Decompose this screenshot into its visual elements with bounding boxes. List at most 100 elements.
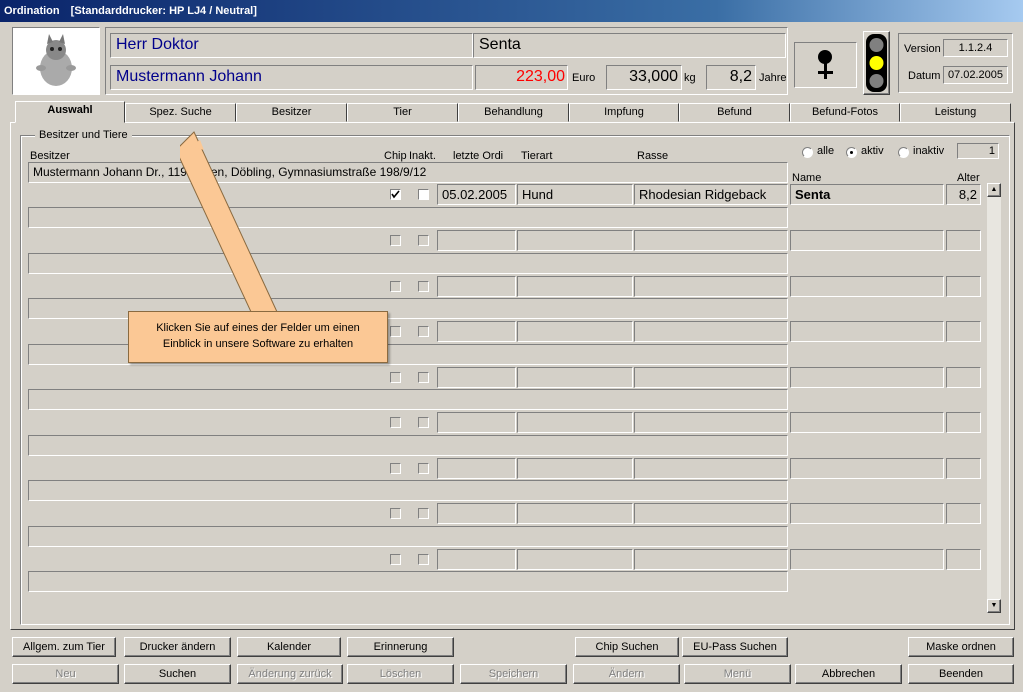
alter-cell[interactable]: 8,2 — [946, 184, 981, 205]
last-visit-cell[interactable] — [437, 412, 516, 433]
btn-chip-suchen[interactable]: Chip Suchen — [575, 637, 679, 657]
logo-frame — [12, 27, 100, 95]
btn-abbrechen[interactable]: Abbrechen — [795, 664, 902, 684]
owner-row-empty[interactable] — [28, 207, 788, 228]
owner-row[interactable]: Mustermann Johann Dr., 1190 Wien, Döblin… — [28, 162, 788, 183]
inakt-checkbox — [418, 508, 429, 519]
animal-name-cell[interactable] — [790, 412, 944, 433]
owner-row-empty[interactable] — [28, 252, 788, 274]
rasse-cell[interactable]: Rhodesian Ridgeback — [634, 184, 788, 205]
col-rasse: Rasse — [637, 150, 669, 162]
last-visit-cell[interactable] — [437, 548, 516, 570]
tab-behandlung[interactable]: Behandlung — [458, 103, 569, 122]
tab-befund[interactable]: Befund — [679, 103, 790, 122]
tierart-cell[interactable] — [517, 321, 633, 342]
age-field[interactable]: 8,2 — [706, 65, 756, 90]
tierart-cell[interactable] — [517, 366, 633, 388]
animal-name-cell[interactable] — [790, 321, 944, 342]
animal-name-cell[interactable] — [790, 366, 944, 388]
scroll-down-icon[interactable]: ▼ — [987, 599, 1001, 613]
tab-tier[interactable]: Tier — [347, 103, 458, 122]
patient-name-field[interactable]: Senta — [473, 33, 786, 58]
tierart-cell[interactable]: Hund — [517, 184, 633, 205]
btn-l-schen[interactable]: Löschen — [347, 664, 454, 684]
btn-kalender[interactable]: Kalender — [237, 637, 341, 657]
rasse-cell[interactable] — [634, 321, 788, 342]
tierart-cell[interactable] — [517, 230, 633, 251]
doctor-field[interactable]: Herr Doktor — [110, 33, 473, 58]
alter-cell[interactable] — [946, 275, 981, 297]
radio-alle[interactable] — [802, 147, 813, 158]
btn--ndern[interactable]: Ändern — [573, 664, 680, 684]
tab-besitzer[interactable]: Besitzer — [236, 103, 347, 122]
animal-name-cell[interactable] — [790, 275, 944, 297]
owner-row-empty[interactable] — [28, 480, 788, 501]
count-field: 1 — [957, 143, 999, 159]
tab-impfung[interactable]: Impfung — [569, 103, 679, 122]
tierart-cell[interactable] — [517, 412, 633, 433]
amount-field[interactable]: 223,00 — [475, 65, 568, 90]
btn-erinnerung[interactable]: Erinnerung — [347, 637, 454, 657]
tab-befund-fotos[interactable]: Befund-Fotos — [790, 103, 900, 122]
btn-allgem-zum-tier[interactable]: Allgem. zum Tier — [12, 637, 116, 657]
chip-checkbox — [390, 553, 401, 565]
last-visit-cell[interactable] — [437, 275, 516, 297]
weight-field[interactable]: 33,000 — [606, 65, 682, 90]
btn-drucker-ndern[interactable]: Drucker ändern — [124, 637, 231, 657]
alter-cell[interactable] — [946, 548, 981, 570]
owner-row-empty[interactable] — [28, 389, 788, 410]
animal-name-cell[interactable] — [790, 548, 944, 570]
owner-row-empty[interactable] — [28, 525, 788, 547]
rasse-cell[interactable] — [634, 366, 788, 388]
vertical-scrollbar[interactable]: ▲ ▼ — [987, 183, 1001, 613]
owner-row-empty[interactable] — [28, 434, 788, 456]
inakt-checkbox — [418, 280, 429, 292]
rasse-cell[interactable] — [634, 503, 788, 524]
last-visit-cell[interactable] — [437, 457, 516, 479]
alter-cell[interactable] — [946, 230, 981, 251]
last-visit-cell[interactable]: 05.02.2005 — [437, 184, 516, 205]
radio-inaktiv[interactable] — [898, 147, 909, 158]
tierart-cell[interactable] — [517, 275, 633, 297]
owner-name-field[interactable]: Mustermann Johann — [110, 65, 473, 90]
alter-cell[interactable] — [946, 457, 981, 479]
btn-beenden[interactable]: Beenden — [908, 664, 1014, 684]
rasse-cell[interactable] — [634, 275, 788, 297]
alter-cell[interactable] — [946, 366, 981, 388]
animal-name-cell[interactable] — [790, 230, 944, 251]
scroll-up-icon[interactable]: ▲ — [987, 183, 1001, 197]
tierart-cell[interactable] — [517, 457, 633, 479]
btn-maske-ordnen[interactable]: Maske ordnen — [908, 637, 1014, 657]
inakt-checkbox[interactable] — [418, 189, 429, 200]
tab-spez-suche[interactable]: Spez. Suche — [125, 103, 236, 122]
last-visit-cell[interactable] — [437, 503, 516, 524]
col-letzte-ordi: letzte Ordi — [453, 150, 504, 162]
rasse-cell[interactable] — [634, 457, 788, 479]
last-visit-cell[interactable] — [437, 366, 516, 388]
owner-row-empty[interactable] — [28, 571, 788, 592]
btn-speichern[interactable]: Speichern — [460, 664, 567, 684]
tierart-cell[interactable] — [517, 503, 633, 524]
alter-cell[interactable] — [946, 412, 981, 433]
rasse-cell[interactable] — [634, 230, 788, 251]
chip-checkbox — [390, 508, 401, 519]
tab-auswahl[interactable]: Auswahl — [15, 101, 125, 123]
animal-name-cell[interactable] — [790, 503, 944, 524]
btn-suchen[interactable]: Suchen — [124, 664, 231, 684]
alter-cell[interactable] — [946, 321, 981, 342]
btn-eu-pass-suchen[interactable]: EU-Pass Suchen — [682, 637, 788, 657]
tierart-cell[interactable] — [517, 548, 633, 570]
btn--nderung-zur-ck[interactable]: Änderung zurück — [237, 664, 343, 684]
rasse-cell[interactable] — [634, 412, 788, 433]
tab-leistung[interactable]: Leistung — [900, 103, 1011, 122]
last-visit-cell[interactable] — [437, 321, 516, 342]
btn-neu[interactable]: Neu — [12, 664, 119, 684]
last-visit-cell[interactable] — [437, 230, 516, 251]
alter-cell[interactable] — [946, 503, 981, 524]
animal-name-cell[interactable]: Senta — [790, 184, 944, 205]
btn-men-[interactable]: Menü — [684, 664, 791, 684]
radio-aktiv[interactable] — [846, 147, 857, 158]
traffic-light[interactable] — [863, 31, 890, 95]
rasse-cell[interactable] — [634, 548, 788, 570]
animal-name-cell[interactable] — [790, 457, 944, 479]
